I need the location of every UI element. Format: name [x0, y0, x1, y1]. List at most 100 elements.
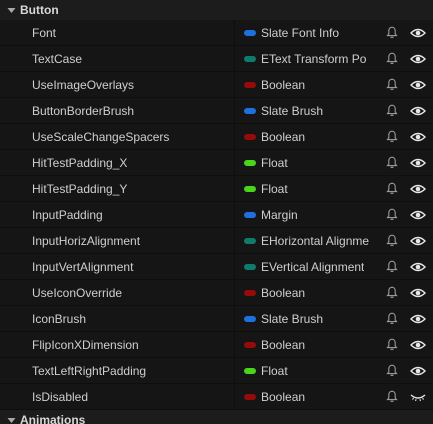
eye-icon[interactable]	[410, 260, 426, 274]
variable-type[interactable]: Float	[244, 182, 379, 196]
eye-icon[interactable]	[410, 338, 426, 352]
eye-icon[interactable]	[410, 234, 426, 248]
variable-type[interactable]: EHorizontal Alignme	[244, 234, 379, 248]
variable-type[interactable]: Slate Font Info	[244, 26, 379, 40]
section-header-animations[interactable]: Animations	[0, 410, 433, 424]
section-header-button[interactable]: Button	[0, 0, 433, 20]
variable-name: UseIconOverride	[32, 285, 123, 300]
variable-type-label: Boolean	[261, 77, 306, 92]
variable-type[interactable]: EVertical Alignment	[244, 260, 379, 274]
type-color-pill-icon	[244, 81, 256, 88]
bell-icon[interactable]	[385, 156, 399, 170]
type-color-pill-icon	[244, 211, 256, 218]
variable-row[interactable]: HitTestPadding_Y Float	[0, 176, 433, 202]
variable-name: InputVertAlignment	[32, 259, 134, 274]
bell-icon[interactable]	[385, 234, 399, 248]
chevron-down-icon[interactable]	[6, 415, 16, 424]
variable-type[interactable]: Boolean	[244, 390, 379, 404]
variable-name: FlipIconXDimension	[32, 337, 139, 352]
type-color-pill-icon	[244, 133, 256, 140]
variable-name: InputPadding	[32, 207, 103, 222]
type-color-pill-icon	[244, 107, 256, 114]
variable-type[interactable]: Boolean	[244, 338, 379, 352]
bell-icon[interactable]	[385, 208, 399, 222]
variable-row[interactable]: InputPadding Margin	[0, 202, 433, 228]
variable-type-label: Boolean	[261, 285, 306, 300]
variable-type[interactable]: Float	[244, 364, 379, 378]
section-title: Button	[20, 3, 59, 17]
variable-name: UseScaleChangeSpacers	[32, 129, 170, 144]
variable-type-label: Float	[261, 155, 288, 170]
bell-icon[interactable]	[385, 286, 399, 300]
variable-type[interactable]: Margin	[244, 208, 379, 222]
variable-row[interactable]: InputHorizAlignment EHorizontal Alignme	[0, 228, 433, 254]
eye-closed-icon[interactable]	[410, 390, 426, 404]
type-color-pill-icon	[244, 55, 256, 62]
variable-row[interactable]: IconBrush Slate Brush	[0, 306, 433, 332]
eye-icon[interactable]	[410, 364, 426, 378]
bell-icon[interactable]	[385, 26, 399, 40]
variables-panel: Button Font Slate Font Info TextCase EText …	[0, 0, 433, 424]
variable-name: InputHorizAlignment	[32, 233, 141, 248]
type-color-pill-icon	[244, 367, 256, 374]
variable-row[interactable]: TextCase EText Transform Po	[0, 46, 433, 72]
bell-icon[interactable]	[385, 104, 399, 118]
variable-type[interactable]: Boolean	[244, 130, 379, 144]
variable-row[interactable]: HitTestPadding_X Float	[0, 150, 433, 176]
bell-icon[interactable]	[385, 182, 399, 196]
eye-icon[interactable]	[410, 52, 426, 66]
bell-icon[interactable]	[385, 130, 399, 144]
eye-icon[interactable]	[410, 26, 426, 40]
variable-row[interactable]: IsDisabled Boolean	[0, 384, 433, 410]
variable-name: ButtonBorderBrush	[32, 103, 135, 118]
chevron-down-icon[interactable]	[6, 5, 16, 15]
variable-row[interactable]: InputVertAlignment EVertical Alignment	[0, 254, 433, 280]
bell-icon[interactable]	[385, 364, 399, 378]
eye-icon[interactable]	[410, 130, 426, 144]
variable-name: UseImageOverlays	[32, 77, 135, 92]
type-color-pill-icon	[244, 159, 256, 166]
variable-row[interactable]: UseImageOverlays Boolean	[0, 72, 433, 98]
variable-type-label: EVertical Alignment	[261, 259, 365, 274]
eye-icon[interactable]	[410, 286, 426, 300]
variable-type-label: Boolean	[261, 129, 306, 144]
variable-row[interactable]: UseIconOverride Boolean	[0, 280, 433, 306]
bell-icon[interactable]	[385, 260, 399, 274]
variable-name: IconBrush	[32, 311, 87, 326]
bell-icon[interactable]	[385, 78, 399, 92]
variable-list: Font Slate Font Info TextCase EText Transfo…	[0, 20, 433, 410]
variable-type-label: EHorizontal Alignme	[261, 233, 370, 248]
variable-row[interactable]: Font Slate Font Info	[0, 20, 433, 46]
variable-type[interactable]: EText Transform Po	[244, 52, 379, 66]
variable-type[interactable]: Boolean	[244, 286, 379, 300]
variable-name: HitTestPadding_X	[32, 155, 128, 170]
type-color-pill-icon	[244, 263, 256, 270]
variable-type-label: Slate Font Info	[261, 25, 340, 40]
section-title: Animations	[20, 413, 86, 424]
bell-icon[interactable]	[385, 390, 399, 404]
variable-type[interactable]: Float	[244, 156, 379, 170]
eye-icon[interactable]	[410, 208, 426, 222]
variable-row[interactable]: UseScaleChangeSpacers Boolean	[0, 124, 433, 150]
variable-row[interactable]: FlipIconXDimension Boolean	[0, 332, 433, 358]
bell-icon[interactable]	[385, 52, 399, 66]
variable-type[interactable]: Slate Brush	[244, 104, 379, 118]
bell-icon[interactable]	[385, 338, 399, 352]
variable-row[interactable]: TextLeftRightPadding Float	[0, 358, 433, 384]
eye-icon[interactable]	[410, 104, 426, 118]
variable-type-label: Slate Brush	[261, 311, 324, 326]
eye-icon[interactable]	[410, 182, 426, 196]
variable-type-label: Slate Brush	[261, 103, 324, 118]
eye-icon[interactable]	[410, 78, 426, 92]
variable-type[interactable]: Slate Brush	[244, 312, 379, 326]
variable-row[interactable]: ButtonBorderBrush Slate Brush	[0, 98, 433, 124]
variable-name: Font	[32, 25, 57, 40]
eye-icon[interactable]	[410, 312, 426, 326]
variable-type-label: Boolean	[261, 337, 306, 352]
bell-icon[interactable]	[385, 312, 399, 326]
variable-type-label: Float	[261, 181, 288, 196]
variable-type[interactable]: Boolean	[244, 78, 379, 92]
variable-name: HitTestPadding_Y	[32, 181, 128, 196]
variable-type-label: EText Transform Po	[261, 51, 367, 66]
eye-icon[interactable]	[410, 156, 426, 170]
